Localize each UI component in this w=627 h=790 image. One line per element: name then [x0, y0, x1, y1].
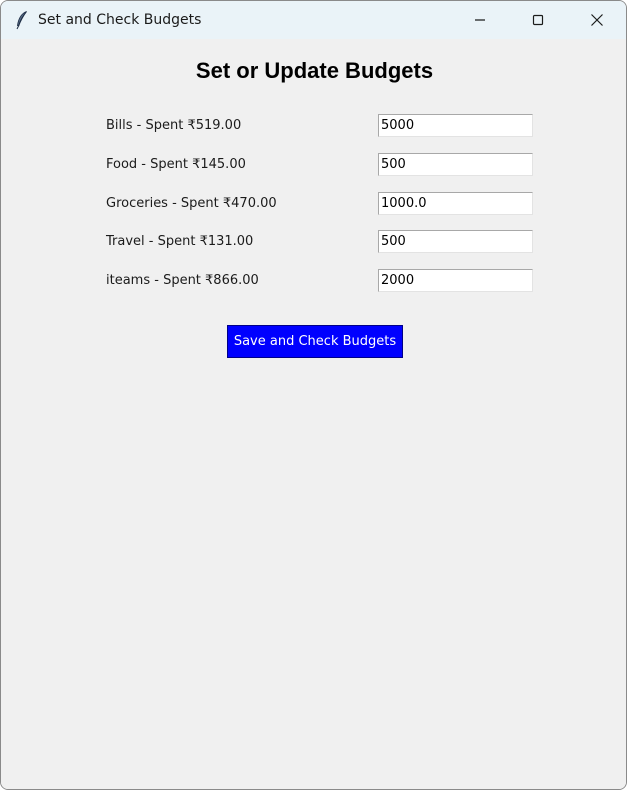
minimize-button[interactable]: [457, 1, 503, 39]
window-title: Set and Check Budgets: [38, 12, 202, 28]
title-bar[interactable]: Set and Check Budgets: [1, 1, 626, 39]
budget-row-bills: Bills - Spent ₹519.00: [1, 114, 626, 138]
budget-input-bills[interactable]: [378, 114, 533, 137]
budget-label-iteams: iteams - Spent ₹866.00: [106, 273, 259, 288]
budget-input-groceries[interactable]: [378, 192, 533, 215]
budget-label-bills: Bills - Spent ₹519.00: [106, 118, 242, 133]
budget-row-iteams: iteams - Spent ₹866.00: [1, 269, 626, 293]
maximize-icon: [532, 14, 544, 26]
feather-icon: [13, 10, 31, 30]
budget-row-food: Food - Spent ₹145.00: [1, 153, 626, 177]
budget-row-travel: Travel - Spent ₹131.00: [1, 230, 626, 254]
budget-label-groceries: Groceries - Spent ₹470.00: [106, 196, 277, 211]
maximize-button[interactable]: [515, 1, 561, 39]
minimize-icon: [474, 14, 486, 26]
budget-input-travel[interactable]: [378, 230, 533, 253]
close-button[interactable]: [574, 1, 620, 39]
app-window: Set and Check Budgets Set or Update Budg…: [0, 0, 627, 790]
budget-row-groceries: Groceries - Spent ₹470.00: [1, 192, 626, 216]
budget-label-travel: Travel - Spent ₹131.00: [106, 234, 254, 249]
page-title: Set or Update Budgets: [195, 58, 434, 83]
budget-input-food[interactable]: [378, 153, 533, 176]
budget-input-iteams[interactable]: [378, 269, 533, 292]
budget-form: Set or Update Budgets Bills - Spent ₹519…: [1, 39, 626, 789]
save-and-check-button[interactable]: Save and Check Budgets: [227, 325, 403, 358]
budget-label-food: Food - Spent ₹145.00: [106, 157, 246, 172]
close-icon: [590, 13, 604, 27]
